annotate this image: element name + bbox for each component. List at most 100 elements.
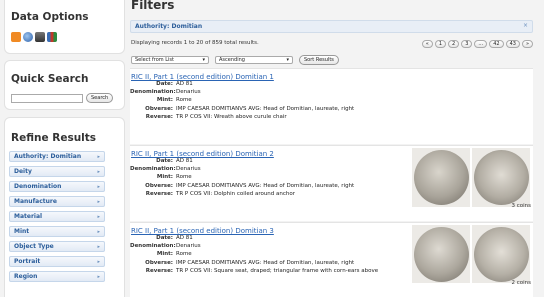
field-value: AD 81: [176, 158, 193, 164]
coin-count: 2 coins: [511, 280, 531, 286]
active-filter-label: Authority: Domitian: [135, 23, 203, 30]
refine-results-panel: Refine Results Authority: Domitian ▸ Deit…: [4, 117, 125, 297]
coin-photo-obverse[interactable]: [412, 148, 470, 207]
field-value: TR P COS VII: Dolphin coiled around anch…: [176, 190, 296, 197]
page-title: Filters: [131, 0, 175, 12]
facet-label: Object Type: [14, 243, 54, 250]
chevron-down-icon: ▾: [286, 57, 289, 63]
facet-denomination[interactable]: Denomination ▸: [9, 181, 105, 192]
facet-list: Authority: Domitian ▸ Deity ▸ Denomination…: [9, 151, 120, 282]
facet-label: Region: [14, 273, 38, 280]
record-fields: Date: AD 81 Denomination: Denarius Mint: Ro…: [130, 234, 378, 275]
record-fields: Date: AD 81 Denomination: Denarius Mint: Ro…: [130, 157, 354, 198]
facet-label: Manufacture: [14, 198, 57, 205]
result-record: RIC II, Part 1 (second edition) Domitian…: [130, 222, 533, 297]
field-label: Mint:: [156, 97, 173, 104]
field-label: Obverse:: [145, 259, 173, 266]
facet-label: Deity: [14, 168, 32, 175]
coin-obverse-image: [414, 227, 469, 282]
field-label: Date:: [156, 158, 173, 164]
field-value: IMP CAESAR DOMITIANVS AVG: Head of Domit…: [176, 182, 355, 189]
results-count: Displaying records 1 to 20 of 859 total …: [131, 40, 259, 46]
field-value: AD 81: [176, 81, 193, 87]
facet-deity[interactable]: Deity ▸: [9, 166, 105, 177]
sort-results-button[interactable]: Sort Results: [299, 55, 339, 65]
facet-material[interactable]: Material ▸: [9, 211, 105, 222]
field-label: Mint:: [156, 251, 173, 258]
coin-photo-obverse[interactable]: [412, 225, 470, 283]
search-button[interactable]: Search: [86, 93, 114, 103]
chevron-right-icon: ▸: [97, 198, 100, 205]
pager-page-42[interactable]: 42: [489, 40, 504, 48]
field-label: Mint:: [156, 174, 173, 181]
rss-icon[interactable]: [11, 32, 21, 42]
sort-order-select[interactable]: Ascending ▾: [215, 56, 293, 64]
facet-label: Denomination: [14, 183, 62, 190]
field-label: Denomination:: [130, 243, 176, 250]
active-filter-bar: Authority: Domitian ×: [130, 20, 533, 33]
quick-search-panel: Quick Search Search: [4, 60, 125, 110]
field-value: TR P COS VII: Square seat, draped; trian…: [176, 267, 379, 274]
pager-ellipsis: ...: [474, 40, 488, 48]
result-record: RIC II, Part 1 (second edition) Domitian…: [130, 145, 533, 221]
field-value: Denarius: [176, 243, 201, 250]
pager-page-3[interactable]: 3: [461, 40, 473, 48]
field-label: Denomination:: [130, 89, 176, 96]
chevron-right-icon: ▸: [97, 183, 100, 190]
pager-prev-button[interactable]: «: [421, 40, 433, 48]
field-value: AD 81: [176, 235, 193, 241]
field-value: IMP CAESAR DOMITIANVS AVG: Head of Domit…: [176, 105, 355, 112]
close-icon[interactable]: ×: [523, 22, 528, 29]
facet-mint[interactable]: Mint ▸: [9, 226, 105, 237]
data-options-panel: Data Options: [4, 0, 125, 54]
field-label: Date:: [156, 81, 173, 87]
field-label: Denomination:: [130, 166, 176, 173]
sort-field-select[interactable]: Select from List ▾: [131, 56, 209, 64]
chevron-right-icon: ▸: [97, 258, 100, 265]
facet-region[interactable]: Region ▸: [9, 271, 105, 282]
coin-photo-reverse[interactable]: [472, 225, 530, 283]
sort-field-value: Select from List: [135, 57, 174, 63]
facet-authority[interactable]: Authority: Domitian ▸: [9, 151, 105, 162]
chevron-right-icon: ▸: [97, 228, 100, 235]
chevron-down-icon: ▾: [202, 57, 205, 63]
chart-icon[interactable]: [47, 32, 57, 42]
pager-page-43[interactable]: 43: [505, 40, 520, 48]
facet-manufacture[interactable]: Manufacture ▸: [9, 196, 105, 207]
field-label: Date:: [156, 235, 173, 241]
record-fields: Date: AD 81 Denomination: Denarius Mint: Ro…: [130, 80, 354, 121]
field-label: Reverse:: [145, 267, 173, 274]
facet-label: Authority: Domitian: [14, 153, 82, 160]
field-value: Rome: [176, 174, 192, 181]
pager-next-button[interactable]: »: [521, 40, 533, 48]
chevron-right-icon: ▸: [97, 153, 100, 160]
data-options-heading: Data Options: [11, 11, 89, 23]
facet-portrait[interactable]: Portrait ▸: [9, 256, 105, 267]
facet-object-type[interactable]: Object Type ▸: [9, 241, 105, 252]
facet-label: Material: [14, 213, 43, 220]
data-options-icons: [11, 32, 118, 42]
coin-reverse-image: [474, 227, 529, 282]
field-value: Rome: [176, 97, 192, 104]
field-label: Reverse:: [145, 190, 173, 197]
facet-label: Mint: [14, 228, 30, 235]
coin-count: 3 coins: [511, 203, 531, 209]
chevron-right-icon: ▸: [97, 213, 100, 220]
field-value: Denarius: [176, 89, 201, 96]
pagination: « 1 2 3 ... 42 43 »: [421, 40, 533, 48]
globe-icon[interactable]: [23, 32, 33, 42]
field-value: Rome: [176, 251, 192, 258]
coin-reverse-image: [474, 150, 529, 205]
field-value: IMP CAESAR DOMITIANVS AVG: Head of Domit…: [176, 259, 355, 266]
pager-page-1[interactable]: 1: [434, 40, 447, 48]
chevron-right-icon: ▸: [97, 168, 100, 175]
kml-icon[interactable]: [35, 32, 45, 42]
quick-search-heading: Quick Search: [11, 73, 89, 85]
pager-page-2[interactable]: 2: [448, 40, 460, 48]
coin-photo-reverse[interactable]: [472, 148, 530, 207]
search-input[interactable]: [11, 93, 83, 103]
sort-controls: Select from List ▾ Ascending ▾ Sort Result…: [131, 55, 339, 65]
chevron-right-icon: ▸: [97, 273, 100, 280]
sidebar: Data Options Quick Search Search Refine …: [0, 0, 125, 297]
field-label: Obverse:: [145, 182, 173, 189]
